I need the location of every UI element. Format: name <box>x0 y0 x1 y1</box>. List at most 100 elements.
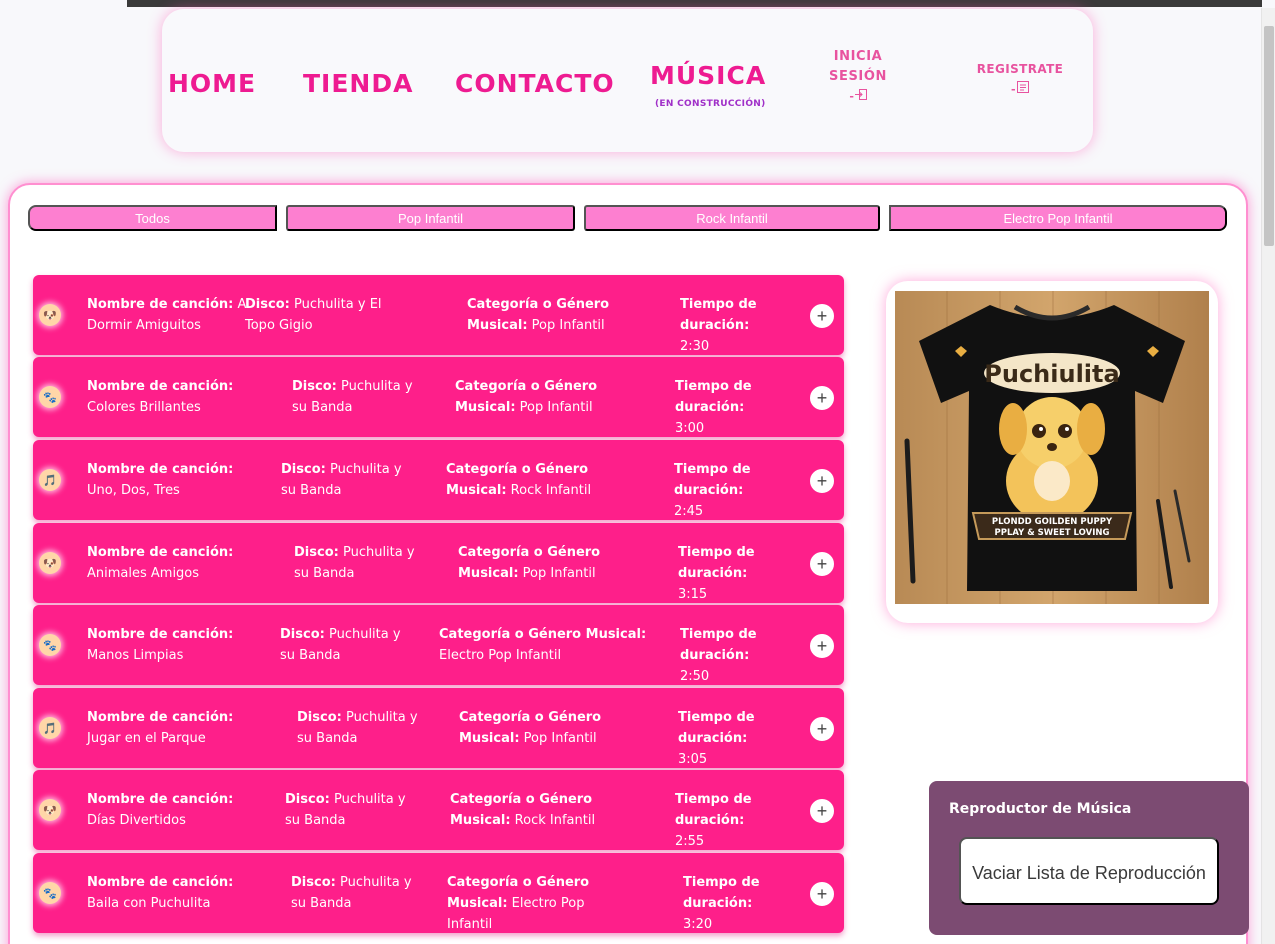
nav-home-link[interactable]: HOME <box>168 69 256 98</box>
song-genre-value: Pop Infantil <box>531 318 605 333</box>
nav-login-link[interactable]: INICIA SESIÓN - <box>812 47 904 107</box>
banner-line1: PLONDD GOILDEN PUPPY <box>992 517 1113 527</box>
song-title-cell: Nombre de canción: Uno, Dos, Tres <box>87 459 247 501</box>
add-song-plus-circle-icon[interactable]: + <box>810 386 834 410</box>
song-genre-cell: Categoría o Género Musical: Rock Infanti… <box>450 789 625 831</box>
song-album-cell: Disco: Puchulita y El Topo Gigio <box>245 294 410 336</box>
song-duration-cell: Tiempo de duración: 2:30 <box>680 294 780 357</box>
song-row[interactable]: 🎵 Nombre de canción: Jugar en el Parque Di… <box>33 688 844 768</box>
register-label: REGISTRATE <box>976 62 1064 76</box>
add-song-plus-circle-icon[interactable]: + <box>810 882 834 906</box>
song-duration-value: 2:55 <box>675 834 705 849</box>
song-genre-cell: Categoría o Género Musical: Electro Pop … <box>439 624 649 666</box>
scrollbar-thumb[interactable] <box>1264 26 1274 246</box>
add-song-plus-circle-icon[interactable]: + <box>810 634 834 658</box>
song-genre-value: Electro Pop Infantil <box>439 648 562 663</box>
browser-top-bar <box>127 0 1262 7</box>
song-genre-cell: Categoría o Género Musical: Pop Infantil <box>459 707 634 749</box>
song-duration-label: Tiempo de duración: <box>678 545 755 581</box>
add-song-plus-circle-icon[interactable]: + <box>810 717 834 741</box>
song-duration-value: 3:05 <box>678 752 708 767</box>
login-icon: - <box>849 87 867 107</box>
song-album-cell: Disco: Puchulita y su Banda <box>294 542 424 584</box>
song-album-cell: Disco: Puchulita y su Banda <box>297 707 427 749</box>
filter-rock-infantil[interactable]: Rock Infantil <box>584 205 880 231</box>
song-title-label: Nombre de canción: <box>87 297 234 312</box>
song-genre-label: Categoría o Género Musical: <box>439 627 647 642</box>
filter-electro-pop-infantil[interactable]: Electro Pop Infantil <box>889 205 1227 231</box>
song-album-cell: Disco: Puchulita y su Banda <box>285 789 415 831</box>
song-duration-label: Tiempo de duración: <box>675 792 752 828</box>
clear-playlist-button[interactable]: Vaciar Lista de Reproducción <box>959 837 1219 905</box>
song-thumbnail-icon: 🐾 <box>39 634 61 656</box>
song-thumbnail-icon: 🐶 <box>39 552 61 574</box>
song-album-label: Disco: <box>294 545 339 560</box>
song-duration-cell: Tiempo de duración: 3:15 <box>678 542 778 605</box>
song-row[interactable]: 🎵 Nombre de canción: Uno, Dos, Tres Disco:… <box>33 440 844 520</box>
add-song-plus-circle-icon[interactable]: + <box>810 304 834 328</box>
song-title-value: Días Divertidos <box>87 813 186 828</box>
song-row[interactable]: 🐾 Nombre de canción: Baila con Puchulita D… <box>33 853 844 933</box>
song-album-label: Disco: <box>245 297 290 312</box>
song-duration-value: 3:00 <box>675 421 705 436</box>
song-album-cell: Disco: Puchulita y su Banda <box>292 376 422 418</box>
song-title-value: Manos Limpias <box>87 648 184 663</box>
nav-tienda-link[interactable]: TIENDA <box>303 69 413 98</box>
add-song-plus-circle-icon[interactable]: + <box>810 469 834 493</box>
nav-contacto-link[interactable]: CONTACTO <box>455 69 615 98</box>
main-navbar: HOME TIENDA CONTACTO MÚSICA (EN CONSTRUC… <box>162 9 1093 152</box>
song-genre-value: Pop Infantil <box>522 566 596 581</box>
player-title: Reproductor de Música <box>949 801 1132 817</box>
song-title-label: Nombre de canción: <box>87 379 234 394</box>
song-thumbnail-icon: 🐾 <box>39 882 61 904</box>
song-duration-label: Tiempo de duración: <box>674 462 751 498</box>
song-row[interactable]: 🐶 Nombre de canción: Animales Amigos Disco… <box>33 523 844 603</box>
song-row[interactable]: 🐾 Nombre de canción: Colores Brillantes Di… <box>33 357 844 437</box>
nav-register-link[interactable]: REGISTRATE - <box>962 59 1078 100</box>
song-duration-label: Tiempo de duración: <box>680 627 757 663</box>
song-duration-value: 3:15 <box>678 587 708 602</box>
song-thumbnail-icon: 🐶 <box>39 799 61 821</box>
tshirt-image: Puchiulita PLONDD GOILDEN PUPPY PPLAY & … <box>895 291 1209 604</box>
song-genre-cell: Categoría o Género Musical: Pop Infantil <box>455 376 630 418</box>
filter-pop-infantil[interactable]: Pop Infantil <box>286 205 575 231</box>
shirt-logo-text: Puchiulita <box>984 360 1119 388</box>
song-genre-cell: Categoría o Género Musical: Pop Infantil <box>458 542 633 584</box>
song-thumbnail-icon: 🐶 <box>39 304 61 326</box>
song-duration-label: Tiempo de duración: <box>683 875 760 911</box>
page-scrollbar[interactable] <box>1261 8 1275 944</box>
song-thumbnail-icon: 🎵 <box>39 469 61 491</box>
song-album-label: Disco: <box>291 875 336 890</box>
song-row[interactable]: 🐶 Nombre de canción: A Dormir Amiguitos Di… <box>33 275 844 355</box>
song-genre-value: Pop Infantil <box>523 731 597 746</box>
add-song-plus-circle-icon[interactable]: + <box>810 799 834 823</box>
song-title-label: Nombre de canción: <box>87 545 234 560</box>
song-title-label: Nombre de canción: <box>87 792 234 807</box>
song-duration-cell: Tiempo de duración: 2:50 <box>680 624 780 687</box>
filter-todos[interactable]: Todos <box>28 205 277 231</box>
add-song-plus-circle-icon[interactable]: + <box>810 552 834 576</box>
song-duration-value: 2:45 <box>674 504 704 519</box>
song-duration-cell: Tiempo de duración: 3:20 <box>683 872 783 935</box>
product-image-card: Puchiulita PLONDD GOILDEN PUPPY PPLAY & … <box>886 281 1218 623</box>
song-duration-label: Tiempo de duración: <box>675 379 752 415</box>
song-album-cell: Disco: Puchulita y su Banda <box>291 872 421 914</box>
song-album-label: Disco: <box>292 379 337 394</box>
register-icon: - <box>1011 80 1029 100</box>
song-row[interactable]: 🐶 Nombre de canción: Días Divertidos Disco… <box>33 770 844 850</box>
song-title-label: Nombre de canción: <box>87 875 234 890</box>
login-line1: INICIA <box>833 49 883 64</box>
nav-musica-subtitle: (EN CONSTRUCCIÓN) <box>655 99 766 109</box>
login-line2: SESIÓN <box>829 69 887 84</box>
song-thumbnail-icon: 🎵 <box>39 717 61 739</box>
song-title-label: Nombre de canción: <box>87 627 234 642</box>
song-title-cell: Nombre de canción: Días Divertidos <box>87 789 247 831</box>
song-title-cell: Nombre de canción: Manos Limpias <box>87 624 247 666</box>
song-genre-cell: Categoría o Género Musical: Electro Pop … <box>447 872 622 935</box>
song-title-value: Uno, Dos, Tres <box>87 483 180 498</box>
nav-musica-link[interactable]: MÚSICA <box>650 61 766 90</box>
song-row[interactable]: 🐾 Nombre de canción: Manos Limpias Disco: … <box>33 605 844 685</box>
music-player: Reproductor de Música Vaciar Lista de Re… <box>929 781 1249 935</box>
song-album-cell: Disco: Puchulita y su Banda <box>281 459 411 501</box>
song-title-value: Animales Amigos <box>87 566 200 581</box>
